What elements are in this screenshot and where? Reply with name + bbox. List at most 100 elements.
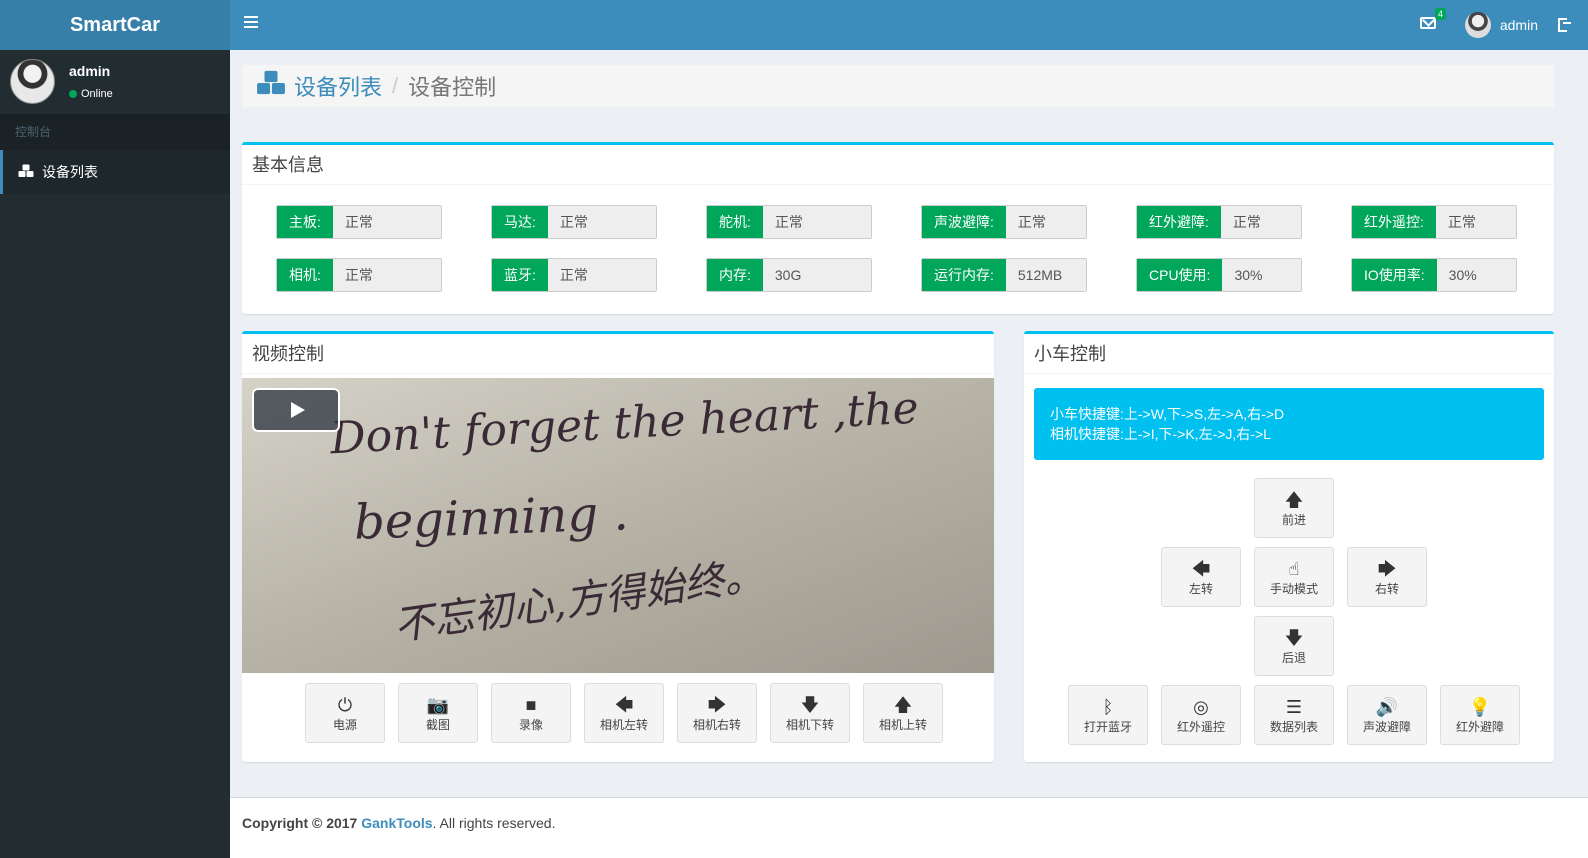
user-menu[interactable]: admin [1464,12,1538,38]
bluetooth-icon: ᛒ [1102,697,1114,717]
user-menu-name: admin [1499,17,1538,33]
status-value: 30% [1222,259,1301,291]
volume-icon: 🔊 [1375,697,1399,717]
status-item: 舵机: 正常 [706,205,872,239]
user-status-text: Online [81,88,113,100]
status-label: 运行内存: [922,259,1006,291]
status-item: 运行内存: 512MB [921,258,1087,292]
turn-right-button[interactable]: 🡆 右转 [1347,547,1427,607]
power-icon: ⏻ [337,695,353,715]
play-button[interactable] [252,388,340,432]
status-value: 正常 [1435,206,1516,238]
forward-button[interactable]: 🡅 前进 [1254,478,1334,538]
breadcrumb-current: 设备控制 [408,75,497,100]
arrow-down-icon: 🡇 [1284,628,1304,648]
panel-title: 视频控制 [242,334,994,374]
status-value: 正常 [547,259,656,291]
car-volume-button[interactable]: 🔊 声波避障 [1347,685,1427,745]
footer-suffix: . All rights reserved. [432,815,556,831]
button-label: 红外避障 [1455,720,1504,734]
status-value: 正常 [547,206,656,238]
online-dot-icon [69,90,77,98]
top-navbar: 4 admin [230,0,1588,50]
video-arrow-down-button[interactable]: 🡇 相机下转 [770,683,850,743]
status-item: IO使用率: 30% [1351,258,1517,292]
copyright-text: Copyright © 2017 [242,815,362,831]
car-target-button[interactable]: ◎ 红外遥控 [1161,685,1241,745]
status-item: 内存: 30G [706,258,872,292]
status-value: 512MB [1005,259,1086,291]
car-lightbulb-button[interactable]: 💡 红外避障 [1440,685,1520,745]
camera-shortcut-text: 相机快捷键:上->I,下->K,左->J,右->L [1050,426,1271,442]
car-bluetooth-button[interactable]: ᛒ 打开蓝牙 [1068,685,1148,745]
breadcrumb: 设备列表 / 设备控制 [242,65,1554,107]
video-power-button[interactable]: ⏻ 电源 [305,683,385,743]
arrow-up-icon: 🡅 [893,695,913,715]
status-label: 主板: [277,206,333,238]
arrow-up-icon: 🡅 [1284,490,1304,510]
turn-left-button[interactable]: 🡄 左转 [1161,547,1241,607]
status-value: 30% [1436,259,1516,291]
button-label: 手动模式 [1269,582,1318,596]
backward-button[interactable]: 🡇 后退 [1254,616,1334,676]
panel-title: 小车控制 [1024,334,1554,374]
arrow-left-icon: 🡄 [1191,559,1211,579]
sidebar-item-device-list[interactable]: 设备列表 [0,150,230,194]
sidebar-toggle-icon[interactable] [244,16,258,30]
sign-out-icon[interactable] [1558,17,1572,32]
video-camera-button[interactable]: 📷 截图 [398,683,478,743]
video-control-panel: 视频控制 Don't forget the heart ,the beginni… [242,331,994,762]
car-control-panel: 小车控制 小车快捷键:上->W,下->S,左->A,右->D 相机快捷键:上->… [1024,331,1554,762]
status-item: 马达: 正常 [491,205,657,239]
cubes-icon [256,70,286,102]
menu-header: 控制台 [0,114,230,150]
video-arrow-up-button[interactable]: 🡅 相机上转 [863,683,943,743]
status-label: 相机: [277,259,333,291]
button-label: 红外遥控 [1176,720,1225,734]
arrow-right-icon: 🡆 [1377,559,1397,579]
status-label: IO使用率: [1352,259,1437,291]
status-value: 正常 [332,259,441,291]
status-value: 正常 [762,206,871,238]
video-frame-text: 不忘初心,方得始终。 [391,552,767,650]
video-player[interactable]: Don't forget the heart ,the beginning . … [242,378,994,673]
status-value: 正常 [1005,206,1086,238]
button-label: 相机右转 [692,718,741,732]
status-item: CPU使用: 30% [1136,258,1302,292]
button-label: 右转 [1374,582,1399,596]
manual-mode-button[interactable]: ☝ 手动模式 [1254,547,1334,607]
panel-title: 基本信息 [242,145,1554,185]
status-label: 马达: [492,206,548,238]
user-panel: admin Online [0,50,230,114]
avatar [1464,12,1491,38]
video-arrow-right-button[interactable]: 🡆 相机右转 [677,683,757,743]
lightbulb-icon: 💡 [1468,697,1492,717]
video-video-camera-button[interactable]: ■ 录像 [491,683,571,743]
avatar [10,59,55,104]
button-label: 相机左转 [599,718,648,732]
cubes-icon [18,164,34,181]
footer-brand-link[interactable]: GankTools [361,815,432,831]
arrow-left-icon: 🡄 [614,695,634,715]
button-label: 打开蓝牙 [1083,720,1132,734]
list-icon: ☰ [1285,697,1303,717]
basic-info-panel: 基本信息 主板: 正常 马达: 正常 舵机: 正常 声波避障: 正常 红外避障: 正常 红外遥控: 正… [242,142,1554,314]
hand-pointer-icon: ☝ [1288,559,1300,579]
arrow-right-icon: 🡆 [707,695,727,715]
button-label: 电源 [332,718,357,732]
mail-icon[interactable] [1420,17,1436,29]
status-label: CPU使用: [1137,259,1223,291]
breadcrumb-parent-label: 设备列表 [294,75,383,100]
status-label: 声波避障: [922,206,1006,238]
status-label: 红外避障: [1137,206,1221,238]
app-logo[interactable]: SmartCar [0,0,230,50]
car-list-button[interactable]: ☰ 数据列表 [1254,685,1334,745]
breadcrumb-device-list[interactable]: 设备列表 [256,70,382,102]
button-label: 相机上转 [878,718,927,732]
button-label: 相机下转 [785,718,834,732]
target-icon: ◎ [1193,697,1209,717]
video-arrow-left-button[interactable]: 🡄 相机左转 [584,683,664,743]
button-label: 截图 [425,718,450,732]
status-label: 红外遥控: [1352,206,1436,238]
button-label: 左转 [1188,582,1213,596]
